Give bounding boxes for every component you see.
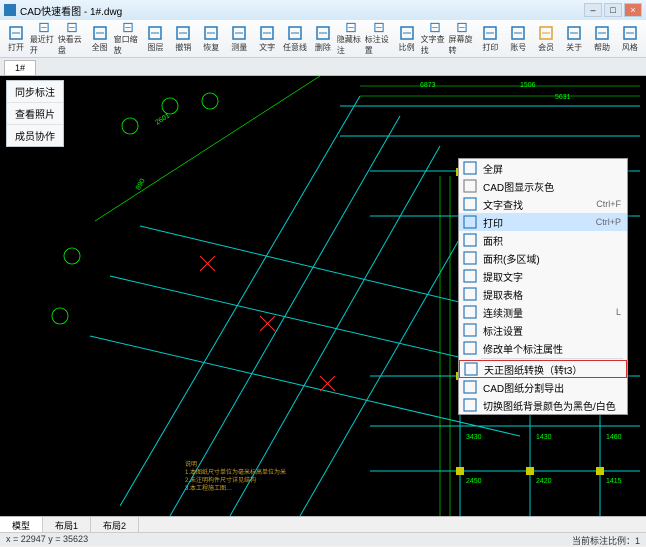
toolbar-窗口缩放[interactable]: 窗口缩放 [114,22,142,56]
ctx-全屏[interactable]: 全屏 [459,159,627,177]
document-tab[interactable]: 1# [4,60,36,75]
ctx-天正图纸转换（转t3）[interactable]: 天正图纸转换（转t3） [459,360,627,378]
dimension-text: 6873 [420,82,436,89]
toolbar-屏幕旋转[interactable]: 屏幕旋转 [449,22,477,56]
dimension-text: 1415 [606,478,622,485]
toolbar-删除[interactable]: 删除 [309,22,337,56]
side-item[interactable]: 同步标注 [7,81,63,103]
ctx-打印[interactable]: 打印Ctrl+P [459,213,627,231]
ctx-CAD图纸分割导出[interactable]: CAD图纸分割导出 [459,378,627,396]
ctx-文字查找[interactable]: 文字查找Ctrl+F [459,195,627,213]
close-button[interactable]: × [624,3,642,17]
window-titlebar: CAD快速看图 - 1#.dwg – □ × [0,0,646,20]
ctx-面积[interactable]: 面积 [459,231,627,249]
dimension-text: 1506 [520,82,536,89]
toolbar-快看云盘[interactable]: 快看云盘 [58,22,86,56]
dimension-text: 2420 [536,478,552,485]
dimension-text: 3430 [466,434,482,441]
layout-tab[interactable]: 布局1 [43,517,91,532]
side-item[interactable]: 成员协作 [7,125,63,146]
toolbar-打印[interactable]: 打印 [476,22,504,56]
toolbar-撤销[interactable]: 撤销 [169,22,197,56]
toolbar-任意线[interactable]: 任意线 [281,22,309,56]
toolbar-标注设置[interactable]: 标注设置 [365,22,393,56]
layout-tabs: 模型布局1布局2 [0,516,646,532]
toolbar-文字查找[interactable]: 文字查找 [421,22,449,56]
status-bar: x = 22947 y = 35623 当前标注比例：1 [0,532,646,546]
window-title: CAD快速看图 - 1#.dwg [20,3,122,18]
minimize-button[interactable]: – [584,3,602,17]
toolbar-关于[interactable]: 关于 [560,22,588,56]
ctx-标注设置[interactable]: 标注设置 [459,321,627,339]
toolbar-最近打开[interactable]: 最近打开 [30,22,58,56]
toolbar-全图[interactable]: 全图 [86,22,114,56]
toolbar-会员[interactable]: 会员 [532,22,560,56]
side-item[interactable]: 查看照片 [7,103,63,125]
context-menu: 全屏CAD图显示灰色文字查找Ctrl+F打印Ctrl+P面积面积(多区域)提取文… [458,158,628,415]
maximize-button[interactable]: □ [604,3,622,17]
ctx-修改单个标注属性[interactable]: 修改单个标注属性 [459,339,627,357]
main-toolbar: 打开最近打开快看云盘全图窗口缩放图层撤销恢复测量文字任意线删除隐藏标注标注设置比… [0,20,646,58]
ctx-连续测量[interactable]: 连续测量L [459,303,627,321]
dimension-text: 1460 [606,434,622,441]
layout-tab[interactable]: 布局2 [91,517,139,532]
ctx-提取文字[interactable]: 提取文字 [459,267,627,285]
toolbar-比例[interactable]: 比例 [393,22,421,56]
ctx-面积(多区域)[interactable]: 面积(多区域) [459,249,627,267]
dimension-text: 1430 [536,434,552,441]
toolbar-文字[interactable]: 文字 [253,22,281,56]
layout-tab[interactable]: 模型 [0,517,43,532]
app-icon [4,4,16,16]
toolbar-恢复[interactable]: 恢复 [197,22,225,56]
side-panel: 同步标注查看照片成员协作 [6,80,64,147]
dimension-text: 5631 [555,94,571,101]
coordinates-readout: x = 22947 y = 35623 [6,534,88,544]
ctx-提取表格[interactable]: 提取表格 [459,285,627,303]
scale-readout: 当前标注比例：1 [572,534,640,547]
toolbar-账号[interactable]: 账号 [504,22,532,56]
drawing-notes: 说明1.本图纸尺寸单位为毫米标高单位为米2.未注明构件尺寸详见结构3.本工程施工… [185,461,305,493]
toolbar-帮助[interactable]: 帮助 [588,22,616,56]
window-controls: – □ × [584,3,642,17]
dimension-text: 2450 [466,478,482,485]
toolbar-图层[interactable]: 图层 [142,22,170,56]
toolbar-测量[interactable]: 测量 [225,22,253,56]
ctx-CAD图显示灰色[interactable]: CAD图显示灰色 [459,177,627,195]
toolbar-打开[interactable]: 打开 [2,22,30,56]
document-tabstrip: 1# [0,58,646,76]
ctx-切换图纸背景颜色为黑色/白色[interactable]: 切换图纸背景颜色为黑色/白色 [459,396,627,414]
toolbar-风格[interactable]: 风格 [616,22,644,56]
toolbar-隐藏标注[interactable]: 隐藏标注 [337,22,365,56]
